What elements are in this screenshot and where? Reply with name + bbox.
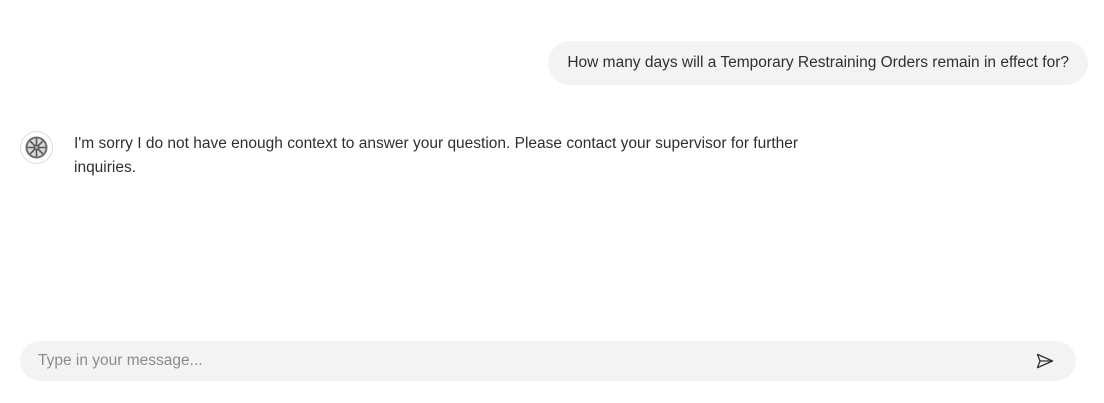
bot-message-row: I'm sorry I do not have enough context t… [20, 131, 844, 180]
send-button[interactable] [1025, 341, 1065, 381]
chat-page: How many days will a Temporary Restraini… [0, 0, 1104, 403]
bot-message-text: I'm sorry I do not have enough context t… [74, 135, 799, 176]
send-icon [1036, 353, 1054, 369]
message-composer [20, 341, 1076, 381]
wheel-logo-icon [25, 136, 48, 159]
bot-avatar [20, 131, 53, 164]
message-input[interactable] [20, 341, 1025, 381]
user-message-bubble: How many days will a Temporary Restraini… [548, 41, 1088, 85]
user-message-row: How many days will a Temporary Restraini… [548, 41, 1088, 85]
